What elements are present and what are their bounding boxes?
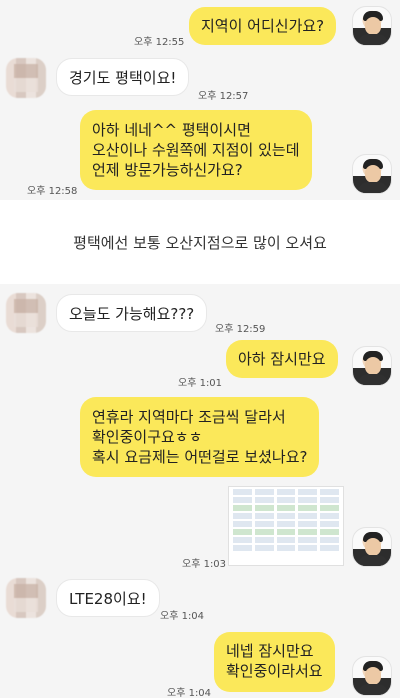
message-line: 혹시 요금제는 어떤걸로 보셨나요?	[92, 448, 308, 466]
my-avatar[interactable]	[352, 6, 392, 46]
message-line: 확인중이구요ㅎㅎ	[92, 428, 203, 446]
my-avatar[interactable]	[352, 656, 392, 696]
message-time: 오후 1:04	[167, 688, 212, 698]
message-bubble-sent[interactable]: 연휴라 지역마다 조금씩 달라서 확인중이구요ㅎㅎ 혹시 요금제는 어떤걸로 보…	[80, 397, 320, 477]
message-line: 네넵 잠시만요	[226, 642, 314, 660]
message-time: 오후 1:01	[178, 378, 223, 389]
message-line: 연휴라 지역마다 조금씩 달라서	[92, 408, 286, 426]
message-line: 언제 방문가능하신가요?	[92, 161, 243, 179]
message-line: 확인중이라서요	[226, 662, 323, 680]
message-bubble-received[interactable]: LTE28이요!	[56, 579, 160, 617]
message-bubble-sent[interactable]: 지역이 어디신가요?	[189, 7, 337, 45]
message-time: 오후 12:55	[134, 37, 185, 48]
message-bubble-sent[interactable]: 아하 잠시만요	[226, 340, 338, 378]
shared-image-table[interactable]	[228, 486, 344, 566]
my-avatar[interactable]	[352, 154, 392, 194]
message-bubble-sent[interactable]: 네넵 잠시만요 확인중이라서요	[214, 632, 335, 692]
message-bubble-sent[interactable]: 아하 네네^^ 평택이시면 오산이나 수원쪽에 지점이 있는데 언제 방문가능하…	[80, 110, 312, 190]
message-bubble-received[interactable]: 경기도 평택이요!	[56, 58, 190, 96]
message-time: 오후 12:59	[215, 324, 266, 335]
contact-avatar[interactable]	[6, 293, 46, 333]
message-line: 아하 네네^^ 평택이시면	[92, 121, 251, 139]
message-time: 오후 1:03	[182, 559, 227, 570]
my-avatar[interactable]	[352, 527, 392, 567]
contact-avatar[interactable]	[6, 578, 46, 618]
message-time: 오후 12:57	[198, 91, 249, 102]
message-line: 오산이나 수원쪽에 지점이 있는데	[92, 141, 300, 159]
message-bubble-received[interactable]: 오늘도 가능해요???	[56, 294, 208, 332]
contact-avatar[interactable]	[6, 58, 46, 98]
message-time: 오후 12:58	[27, 186, 78, 197]
message-time: 오후 1:04	[160, 611, 205, 622]
my-avatar[interactable]	[352, 346, 392, 386]
notice-banner: 평택에선 보통 오산지점으로 많이 오셔요	[0, 200, 400, 284]
